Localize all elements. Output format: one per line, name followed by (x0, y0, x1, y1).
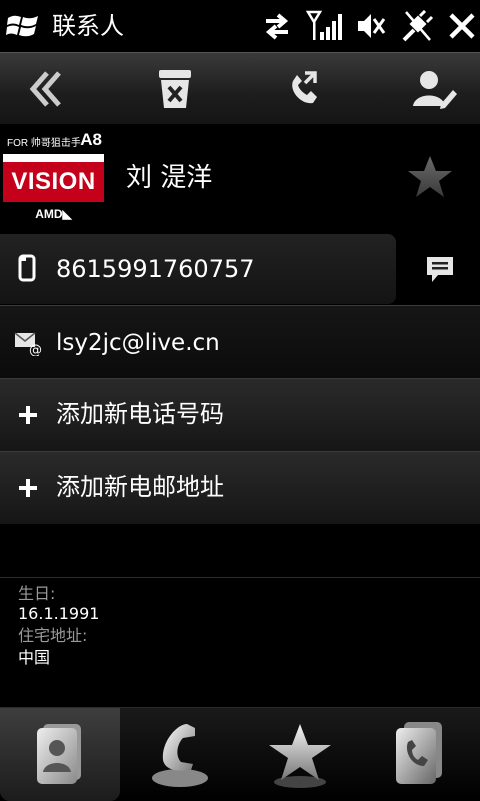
phone-number: 8615991760757 (56, 255, 255, 283)
status-icons (262, 8, 476, 44)
status-bar: 联系人 (0, 0, 480, 52)
action-toolbar (0, 52, 480, 126)
signal-icon[interactable] (306, 10, 342, 42)
contact-photo[interactable]: FOR 帅哥狙击手 A8 VISION AMD◣ (3, 128, 104, 229)
volume-muted-icon[interactable] (356, 11, 386, 41)
birthday-label: 生日: (18, 584, 56, 603)
edit-contact-button[interactable] (390, 53, 480, 125)
call-forward-button[interactable] (260, 53, 350, 125)
delete-icon (159, 70, 191, 108)
add-email-label: 添加新电邮地址 (56, 473, 224, 501)
photo-brand-text: VISION (3, 162, 104, 202)
phone-row: 8615991760757 (0, 232, 480, 304)
home-address-label: 住宅地址: (18, 626, 88, 645)
app-title: 联系人 (52, 12, 124, 40)
call-history-tab[interactable] (120, 708, 240, 801)
sms-icon (427, 257, 453, 282)
add-email-row[interactable]: 添加新电邮地址 (0, 451, 480, 524)
sms-button[interactable] (400, 234, 480, 304)
edit-contact-icon (413, 71, 457, 109)
photo-top-text: FOR 帅哥狙击手 (7, 138, 81, 149)
contact-details: 生日: 16.1.1991 住宅地址: 中国 (0, 577, 480, 708)
svg-text:@: @ (29, 343, 42, 356)
bottom-tab-bar (0, 707, 480, 801)
back-button[interactable] (0, 53, 90, 125)
phone-handset-icon (152, 723, 208, 787)
sync-arrows-icon[interactable] (262, 12, 292, 40)
add-phone-label: 添加新电话号码 (56, 400, 224, 428)
windows-start-icon[interactable] (6, 12, 40, 40)
add-phone-row[interactable]: 添加新电话号码 (0, 378, 480, 451)
contact-phone-icon (396, 721, 442, 784)
contact-phone-tab[interactable] (360, 708, 480, 801)
contact-name: 刘 湜洋 (126, 163, 213, 193)
contact-card-tab[interactable] (0, 708, 120, 801)
back-icon (29, 71, 61, 107)
birthday-value: 16.1.1991 (18, 604, 100, 623)
plus-icon (19, 406, 37, 424)
email-icon: @ (14, 332, 42, 356)
email-row[interactable]: @ lsy2jc@live.cn (0, 305, 480, 378)
favorites-star-icon (269, 723, 331, 788)
email-address: lsy2jc@live.cn (56, 330, 220, 356)
power-plug-icon[interactable] (400, 10, 434, 42)
delete-button[interactable] (130, 53, 220, 125)
home-address-value: 中国 (18, 648, 51, 667)
star-icon[interactable] (406, 154, 454, 200)
phone-number-cell[interactable]: 8615991760757 (0, 234, 396, 304)
favorites-tab[interactable] (240, 708, 360, 801)
photo-model-text: A8 (80, 130, 102, 149)
mobile-phone-icon (18, 254, 36, 282)
plus-icon (19, 479, 37, 497)
contact-card-icon (37, 723, 81, 784)
call-forward-icon (292, 71, 317, 104)
close-icon[interactable] (448, 12, 476, 40)
photo-sub-text: AMD◣ (3, 202, 104, 229)
